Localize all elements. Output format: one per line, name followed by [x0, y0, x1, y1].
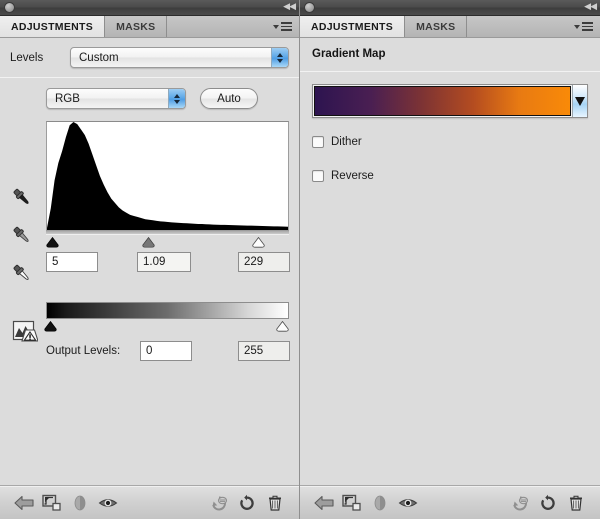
delete-adjustment-layer-button[interactable]	[562, 490, 590, 516]
updown-arrows-icon[interactable]	[271, 48, 288, 67]
input-levels-markers	[46, 235, 289, 248]
panel-menu-button[interactable]	[574, 16, 600, 37]
levels-preset-value: Custom	[79, 51, 119, 64]
input-midtone-field[interactable]: 1.09	[137, 252, 191, 272]
gradient-map-panel-tabstrip: ADJUSTMENTS MASKS	[300, 16, 600, 38]
input-black-point-marker[interactable]	[46, 235, 59, 248]
chevron-down-icon	[273, 24, 279, 29]
reverse-row[interactable]: Reverse	[312, 170, 600, 182]
dither-label: Dither	[331, 136, 362, 148]
hamburger-menu-icon	[582, 22, 593, 31]
levels-channel-value: RGB	[55, 92, 80, 105]
levels-panel-tabstrip: ADJUSTMENTS MASKS	[0, 16, 299, 38]
levels-channel-select[interactable]: RGB	[46, 88, 186, 109]
clip-to-layer-button[interactable]	[38, 490, 66, 516]
set-white-point-eyedropper-icon[interactable]	[10, 262, 34, 286]
input-midtone-marker[interactable]	[142, 235, 155, 248]
gradient-preview-swatch[interactable]	[314, 86, 571, 116]
toggle-preview-button[interactable]	[366, 490, 394, 516]
reset-adjustment-button[interactable]	[233, 490, 261, 516]
panel-grip-circle-icon[interactable]	[4, 2, 15, 13]
output-black-marker[interactable]	[44, 319, 57, 332]
input-white-point-marker[interactable]	[252, 235, 265, 248]
output-levels-markers	[44, 319, 289, 332]
return-to-adjustment-list-button[interactable]	[10, 490, 38, 516]
tab-adjustments[interactable]: ADJUSTMENTS	[300, 16, 406, 37]
levels-panel-toolbar	[0, 485, 299, 519]
view-previous-state-button[interactable]	[506, 490, 534, 516]
tab-masks[interactable]: MASKS	[105, 16, 168, 37]
toggle-layer-visibility-button[interactable]	[94, 490, 122, 516]
output-white-field[interactable]: 255	[238, 341, 290, 361]
output-levels-label: Output Levels:	[46, 345, 121, 357]
clip-to-layer-button[interactable]	[338, 490, 366, 516]
set-gray-point-eyedropper-icon[interactable]	[10, 224, 34, 248]
output-black-field[interactable]: 0	[140, 341, 192, 361]
output-white-marker[interactable]	[276, 319, 289, 332]
gradient-picker-down-arrow-icon[interactable]	[572, 85, 587, 117]
dither-row[interactable]: Dither	[312, 136, 600, 148]
collapse-double-chevron-left-icon[interactable]: ◀◀	[283, 3, 296, 12]
input-levels-fields: 5 1.09 229	[46, 252, 290, 280]
reset-adjustment-button[interactable]	[534, 490, 562, 516]
toggle-layer-visibility-button[interactable]	[394, 490, 422, 516]
eyedropper-group	[10, 186, 34, 286]
output-levels-row: Output Levels: 0 255	[46, 340, 290, 362]
panel-menu-button[interactable]	[273, 16, 299, 37]
delete-adjustment-layer-button[interactable]	[261, 490, 289, 516]
toggle-preview-button[interactable]	[66, 490, 94, 516]
levels-label: Levels	[10, 51, 44, 64]
input-highlight-field[interactable]: 229	[238, 252, 290, 272]
updown-arrows-icon[interactable]	[168, 89, 185, 108]
tab-masks[interactable]: MASKS	[405, 16, 468, 37]
gradient-map-panel-body: Gradient Map Dither Reverse	[300, 38, 600, 485]
gradient-map-divider	[300, 71, 600, 72]
gradient-picker[interactable]	[312, 84, 588, 118]
set-black-point-eyedropper-icon[interactable]	[10, 186, 34, 210]
output-levels-gradient-bar	[46, 302, 289, 319]
gradient-map-title: Gradient Map	[312, 48, 386, 60]
collapse-double-chevron-left-icon[interactable]: ◀◀	[584, 3, 597, 12]
input-shadow-field[interactable]: 5	[46, 252, 98, 272]
chevron-down-icon	[574, 24, 580, 29]
levels-panel-titlebar: ◀◀	[0, 0, 299, 16]
return-to-adjustment-list-button[interactable]	[310, 490, 338, 516]
panel-grip-circle-icon[interactable]	[304, 2, 315, 13]
tab-adjustments[interactable]: ADJUSTMENTS	[0, 16, 106, 37]
view-previous-state-button[interactable]	[205, 490, 233, 516]
auto-button[interactable]: Auto	[200, 88, 258, 109]
tabstrip-filler	[167, 16, 273, 37]
levels-channel-row: RGB Auto	[0, 78, 299, 109]
dither-checkbox[interactable]	[312, 136, 324, 148]
adjustments-panels-window: ◀◀ ADJUSTMENTS MASKS Levels Custom RGB A…	[0, 0, 600, 519]
reverse-checkbox[interactable]	[312, 170, 324, 182]
levels-panel: ◀◀ ADJUSTMENTS MASKS Levels Custom RGB A…	[0, 0, 300, 519]
gradient-map-panel-titlebar: ◀◀	[300, 0, 600, 16]
levels-preset-select[interactable]: Custom	[70, 47, 289, 68]
hamburger-menu-icon	[281, 22, 292, 31]
histogram-cached-warning-icon[interactable]	[12, 319, 39, 345]
levels-histogram-wrap	[46, 121, 289, 231]
levels-histogram	[46, 121, 289, 231]
gradient-map-panel: ◀◀ ADJUSTMENTS MASKS Gradient Map Dither	[300, 0, 600, 519]
tabstrip-filler	[467, 16, 574, 37]
levels-preset-row: Levels Custom	[0, 38, 299, 68]
gradient-map-panel-toolbar	[300, 485, 600, 519]
levels-panel-body: Levels Custom RGB Auto 5 1.09 229 Output…	[0, 38, 299, 485]
reverse-label: Reverse	[331, 170, 374, 182]
